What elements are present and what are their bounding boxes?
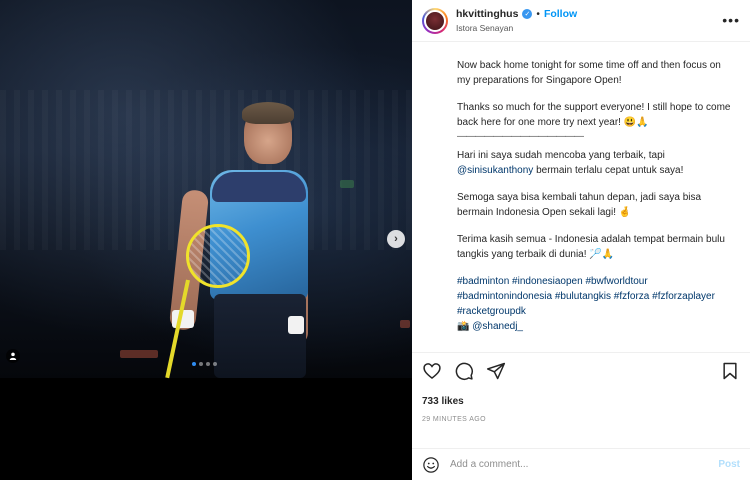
post-photo[interactable]: [0, 0, 412, 379]
header-text: hkvittinghus ✓ • Follow Istora Senayan: [456, 8, 577, 33]
player-shirt-yoke: [212, 172, 306, 202]
caption-text: Hari ini saya sudah mencoba yang terbaik…: [457, 150, 665, 161]
username-link[interactable]: hkvittinghus: [456, 8, 518, 20]
chevron-right-icon: ›: [394, 233, 398, 245]
comment-bar: Post: [412, 448, 750, 480]
share-icon[interactable]: [486, 361, 506, 381]
location-link[interactable]: Istora Senayan: [456, 23, 577, 33]
player-wristband: [288, 316, 304, 334]
emoji-icon[interactable]: [422, 456, 440, 474]
caption-paragraph: Now back home tonight for some time off …: [457, 60, 721, 86]
caption-divider: ——————————————: [457, 131, 584, 142]
carousel-dot[interactable]: [192, 362, 196, 366]
comment-input[interactable]: [450, 459, 709, 470]
heart-icon[interactable]: [422, 361, 442, 381]
carousel-dot[interactable]: [213, 362, 217, 366]
hashtag-line[interactable]: #badminton #indonesiaopen #bwfworldtour: [457, 274, 734, 289]
photo-credit: 📸 @shanedj_: [457, 319, 734, 334]
carousel-next-button[interactable]: ›: [387, 230, 405, 248]
mention-link[interactable]: @sinisukanthony: [457, 165, 533, 176]
header-separator: •: [536, 8, 540, 20]
post-caption: Now back home tonight for some time off …: [412, 42, 750, 352]
hashtag-block: #badminton #indonesiaopen #bwfworldtour …: [457, 274, 734, 334]
photo-ad-board: [340, 180, 354, 188]
verified-badge-icon: ✓: [522, 9, 533, 19]
caption-paragraph: Terima kasih semua - Indonesia adalah te…: [457, 234, 725, 260]
post-media: ›: [0, 0, 412, 480]
caption-text: bermain terlalu cepat untuk saya!: [533, 165, 684, 176]
photo-player: [165, 102, 318, 379]
player-hair: [242, 102, 294, 124]
credit-mention-link[interactable]: @shanedj_: [472, 321, 523, 332]
comment-icon[interactable]: [454, 361, 474, 381]
action-bar: [412, 352, 750, 388]
avatar[interactable]: [422, 7, 448, 34]
caption-paragraph: Thanks so much for the support everyone!…: [457, 102, 731, 128]
more-options-icon[interactable]: •••: [722, 12, 740, 28]
header-row: hkvittinghus ✓ • Follow: [456, 8, 577, 20]
hashtag-line[interactable]: #racketgroupdk: [457, 304, 734, 319]
player-shorts: [214, 294, 306, 378]
racket-head: [186, 224, 250, 288]
likes-count[interactable]: 733 likes: [412, 388, 750, 414]
carousel-dot[interactable]: [199, 362, 203, 366]
post-timestamp[interactable]: 29 MINUTES AGO: [412, 414, 750, 434]
caption-paragraph: Semoga saya bisa kembali tahun depan, ja…: [457, 192, 702, 218]
post-header: hkvittinghus ✓ • Follow Istora Senayan •…: [412, 0, 750, 42]
carousel-dots: [192, 362, 217, 366]
follow-button[interactable]: Follow: [544, 8, 577, 20]
photo-ad-board: [120, 350, 158, 358]
carousel-dot[interactable]: [206, 362, 210, 366]
post-comment-button[interactable]: Post: [718, 459, 740, 470]
bookmark-icon[interactable]: [720, 361, 740, 381]
post-side-panel: hkvittinghus ✓ • Follow Istora Senayan •…: [412, 0, 750, 480]
person-icon: [9, 352, 17, 360]
caption-paragraph: Hari ini saya sudah mencoba yang terbaik…: [457, 148, 734, 178]
hashtag-line[interactable]: #badmintonindonesia #bulutangkis #fzforz…: [457, 289, 734, 304]
photo-ad-board: [400, 320, 410, 328]
instagram-post: › hkvittinghus ✓ • Follow Istora Senayan…: [0, 0, 750, 480]
avatar-image: [424, 9, 446, 32]
tagged-users-icon[interactable]: [6, 349, 20, 363]
camera-icon: 📸: [457, 321, 470, 332]
